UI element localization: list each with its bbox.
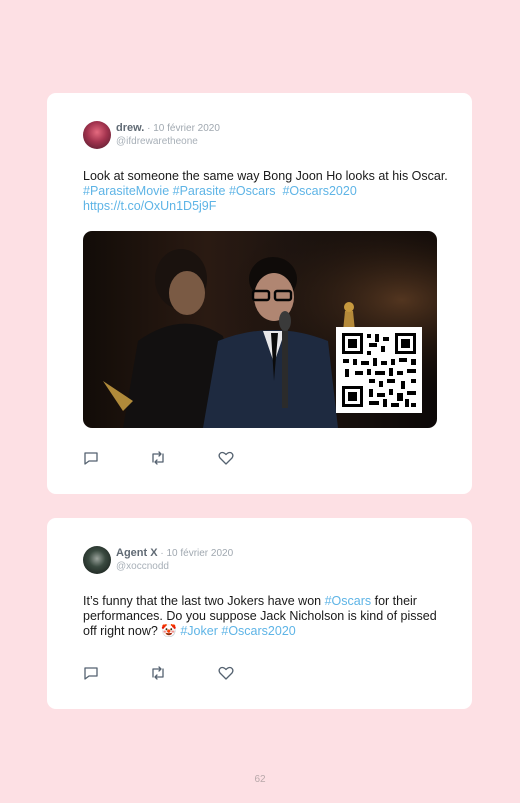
hashtag[interactable]: #Joker — [180, 624, 218, 638]
tweet-body: Look at someone the same way Bong Joon H… — [83, 169, 448, 183]
tweet-text: It’s funny that the last two Jokers have… — [83, 594, 448, 639]
hashtag[interactable]: #Oscars2020 — [221, 624, 295, 638]
retweet-icon[interactable] — [150, 451, 166, 465]
hashtag[interactable]: #Parasite — [173, 184, 226, 198]
media-photo — [83, 231, 437, 428]
tweet-text: Look at someone the same way Bong Joon H… — [83, 169, 448, 214]
hashtag[interactable]: #Oscars — [325, 594, 372, 608]
tweet-card: Agent X · 10 février 2020 @xoccnodd It’s… — [47, 518, 472, 709]
tweet-actions — [83, 451, 253, 465]
author-handle[interactable]: @ifdrewaretheone — [116, 136, 198, 147]
tweet-author-line: Agent X · 10 février 2020 — [116, 547, 233, 559]
retweet-icon[interactable] — [150, 666, 166, 680]
author-name[interactable]: drew. — [116, 122, 144, 134]
tweet-body: It’s funny that the last two Jokers have… — [83, 594, 325, 608]
tweet-actions — [83, 666, 253, 680]
tweet-date: 10 février 2020 — [166, 548, 234, 559]
author-name[interactable]: Agent X — [116, 547, 158, 559]
reply-icon[interactable] — [83, 666, 99, 680]
tweet-media[interactable] — [83, 231, 437, 428]
tweet-link[interactable]: https://t.co/OxUn1D5j9F — [83, 199, 216, 213]
like-icon[interactable] — [218, 666, 234, 680]
tweet-author-line: drew. · 10 février 2020 — [116, 122, 220, 134]
avatar[interactable] — [83, 121, 111, 149]
like-icon[interactable] — [218, 451, 234, 465]
reply-icon[interactable] — [83, 451, 99, 465]
separator: · — [144, 123, 154, 134]
page-number: 62 — [254, 774, 266, 785]
hashtag[interactable]: #Oscars2020 — [282, 184, 356, 198]
hashtag[interactable]: #Oscars — [229, 184, 276, 198]
avatar[interactable] — [83, 546, 111, 574]
author-handle[interactable]: @xoccnodd — [116, 561, 169, 572]
clown-emoji: 🤡 — [161, 624, 177, 638]
hashtag[interactable]: #ParasiteMovie — [83, 184, 169, 198]
tweet-date: 10 février 2020 — [153, 123, 220, 134]
tweet-card: drew. · 10 février 2020 @ifdrewaretheone… — [47, 93, 472, 494]
